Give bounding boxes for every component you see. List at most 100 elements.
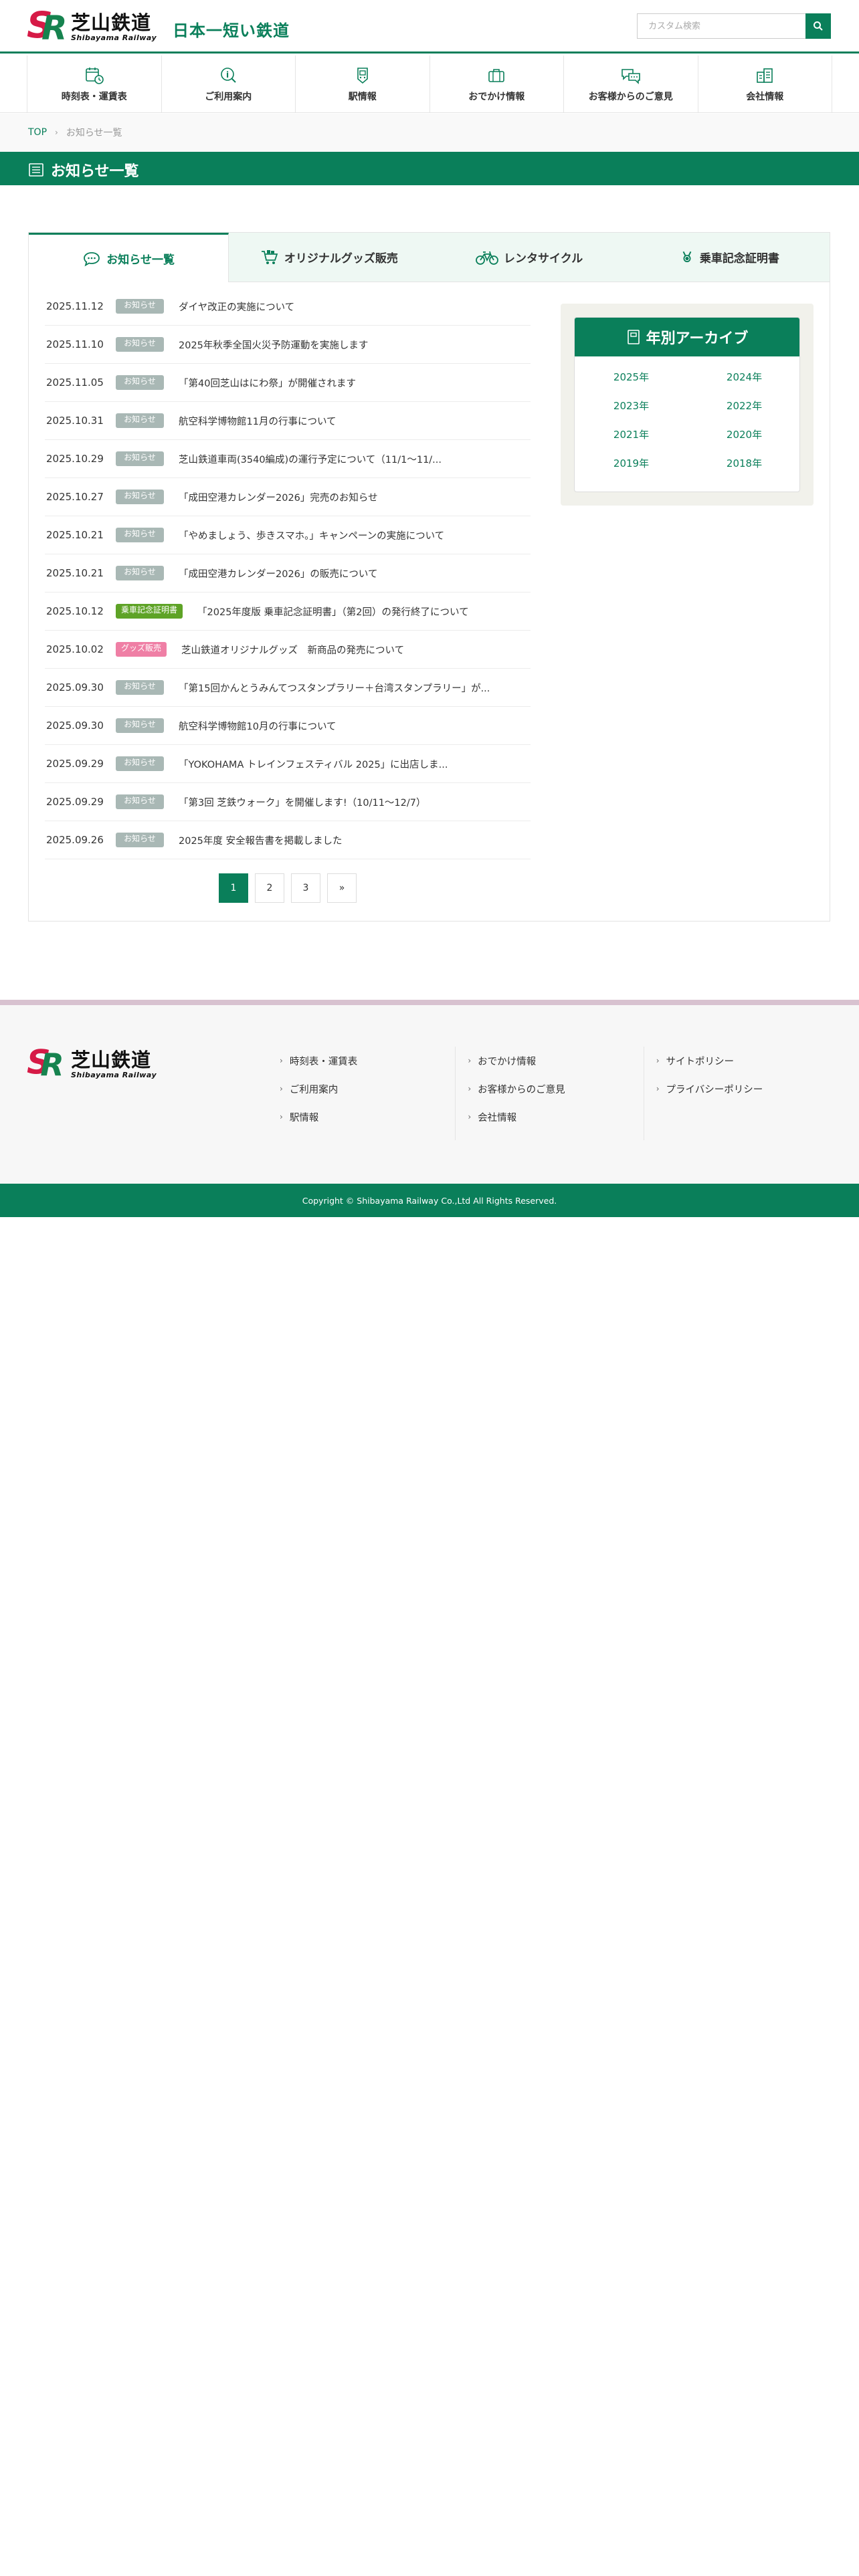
tab-label: 乗車記念証明書 (699, 252, 779, 265)
nav-item-station[interactable]: 駅情報 (295, 56, 430, 113)
page-title: お知らせ一覧 (51, 163, 139, 180)
footer-link-column: › おでかけ情報 › お客様からのご意見 › 会社情報 (456, 1047, 644, 1140)
company-icon (757, 68, 773, 83)
breadcrumb-home-link[interactable]: TOP (28, 127, 47, 138)
archive-sidebar: 年別アーカイブ 2025年 2024年 2023年 2022年 2021年 2020年 20… (561, 304, 814, 506)
nav-item-company[interactable]: 会社情報 (697, 56, 832, 113)
chevron-right-icon: › (468, 1112, 472, 1121)
news-row[interactable]: 2025.10.21 お知らせ 「やめましょう、歩きスマホ。」キャンペーンの実施につ… (45, 516, 531, 554)
chevron-right-icon: › (468, 1084, 472, 1093)
bicycle-icon (476, 251, 498, 265)
footer-link[interactable]: › 駅情報 (280, 1103, 455, 1131)
archive-year-link[interactable]: 2025年 (575, 370, 688, 384)
nav-item-feedback[interactable]: お客様からのご意見 (563, 56, 698, 113)
footer-link[interactable]: › サイトポリシー (656, 1047, 832, 1075)
news-title-link[interactable]: 「成田空港カレンダー2026」完売のお知らせ (179, 490, 378, 504)
breadcrumb: TOP › お知らせ一覧 (0, 114, 859, 152)
nav-label: おでかけ情報 (468, 92, 525, 102)
logo-mark: S R (27, 5, 68, 48)
news-row[interactable]: 2025.11.05 お知らせ 「第40回芝山はにわ祭」が開催されます (45, 364, 531, 402)
tab-news-list[interactable]: お知らせ一覧 (29, 233, 229, 282)
news-category-badge: お知らせ (116, 413, 164, 428)
news-row[interactable]: 2025.10.27 お知らせ 「成田空港カレンダー2026」完売のお知らせ (45, 478, 531, 516)
news-title-link[interactable]: 航空科学博物館11月の行事について (179, 414, 337, 428)
news-category-badge: お知らせ (116, 794, 164, 809)
logo-name-en: Shibayama Railway (71, 33, 157, 42)
news-category-badge: 乗車記念証明書 (116, 604, 183, 619)
footer-logo[interactable]: S R 芝山鉄道 Shibayama Railway (27, 1044, 157, 1083)
news-title-link[interactable]: 2025年度 安全報告書を掲載しました (179, 833, 343, 847)
pager-page-button[interactable]: 2 (255, 873, 284, 903)
footer-logo-text: 芝山鉄道 Shibayama Railway (71, 1049, 157, 1079)
news-date: 2025.11.05 (46, 377, 104, 389)
news-category-badge: お知らせ (116, 337, 164, 352)
footer-link[interactable]: › プライバシーポリシー (656, 1075, 832, 1103)
site-footer: S R 芝山鉄道 Shibayama Railway › 時刻表・運賃表 › ご利用案… (0, 1005, 859, 1184)
news-title-link[interactable]: 「やめましょう、歩きスマホ。」キャンペーンの実施について (179, 528, 444, 542)
news-title-link[interactable]: 「第15回かんとうみんてつスタンプラリー＋台湾スタンプラリー」が... (179, 681, 490, 695)
footer-link[interactable]: › 会社情報 (468, 1103, 643, 1131)
news-title-link[interactable]: 航空科学博物館10月の行事について (179, 719, 337, 733)
news-date: 2025.10.21 (46, 567, 104, 579)
footer-link[interactable]: › お客様からのご意見 (468, 1075, 643, 1103)
news-date: 2025.11.12 (46, 300, 104, 312)
tab-original-goods[interactable]: オリジナルグッズ販売 (229, 233, 430, 282)
footer-link-columns: › 時刻表・運賃表 › ご利用案内 › 駅情報 › おでかけ情報 › お客様からのご意見 › 会社情報… (268, 1047, 832, 1140)
nav-label: 時刻表・運賃表 (61, 92, 127, 102)
pager-page-button[interactable]: 3 (291, 873, 320, 903)
news-title-link[interactable]: 「第3回 芝鉄ウォーク」を開催します!（10/11〜12/7） (179, 795, 426, 809)
pager-next-button[interactable]: » (327, 873, 357, 903)
archive-year-link[interactable]: 2019年 (575, 456, 688, 470)
news-title-link[interactable]: 2025年秋季全国火災予防運動を実施します (179, 338, 368, 352)
news-row[interactable]: 2025.09.26 お知らせ 2025年度 安全報告書を掲載しました (45, 821, 531, 859)
site-logo[interactable]: S R 芝山鉄道 Shibayama Railway (27, 5, 157, 48)
nav-item-guide[interactable]: i ご利用案内 (161, 56, 296, 113)
news-row[interactable]: 2025.10.02 グッズ販売 芝山鉄道オリジナルグッズ 新商品の発売について (45, 631, 531, 669)
news-title-link[interactable]: 芝山鉄道オリジナルグッズ 新商品の発売について (181, 643, 404, 657)
copyright-text: Copyright © Shibayama Railway Co.,Ltd Al… (302, 1195, 557, 1206)
tab-boarding-certificate[interactable]: 乗車記念証明書 (629, 233, 830, 282)
nav-item-outing[interactable]: おでかけ情報 (429, 56, 564, 113)
news-row[interactable]: 2025.11.12 お知らせ ダイヤ改正の実施について (45, 288, 531, 326)
logo-letter-r: R (41, 9, 68, 47)
archive-year-link[interactable]: 2023年 (575, 399, 688, 413)
footer-link[interactable]: › ご利用案内 (280, 1075, 455, 1103)
site-tagline: 日本一短い鉄道 (173, 21, 290, 40)
pager-page-button[interactable]: 1 (219, 873, 248, 903)
archive-year-link[interactable]: 2018年 (688, 456, 799, 470)
nav-item-timetable[interactable]: 時刻表・運賃表 (27, 56, 161, 113)
news-row[interactable]: 2025.10.12 乗車記念証明書 「2025年度版 乗車記念証明書」（第2回）の… (45, 593, 531, 631)
archive-year-link[interactable]: 2021年 (575, 427, 688, 441)
news-row[interactable]: 2025.10.29 お知らせ 芝山鉄道車両(3540編成)の運行予定について（11… (45, 440, 531, 478)
news-title-link[interactable]: 芝山鉄道車両(3540編成)の運行予定について（11/1〜11/... (179, 452, 442, 466)
news-row[interactable]: 2025.10.31 お知らせ 航空科学博物館11月の行事について (45, 402, 531, 440)
news-title-link[interactable]: 「YOKOHAMA トレインフェスティバル 2025」に出店しま... (179, 757, 448, 771)
footer-link[interactable]: › おでかけ情報 (468, 1047, 643, 1075)
archive-year-link[interactable]: 2020年 (688, 427, 799, 441)
news-row[interactable]: 2025.09.29 お知らせ 「第3回 芝鉄ウォーク」を開催します!（10/11〜… (45, 783, 531, 821)
news-row[interactable]: 2025.11.10 お知らせ 2025年秋季全国火災予防運動を実施します (45, 326, 531, 364)
archive-year-link[interactable]: 2022年 (688, 399, 799, 413)
feedback-icon (621, 69, 640, 84)
news-row[interactable]: 2025.09.29 お知らせ 「YOKOHAMA トレインフェスティバル 2025… (45, 745, 531, 783)
news-title-link[interactable]: ダイヤ改正の実施について (179, 300, 294, 314)
medal-icon (682, 251, 692, 262)
news-row[interactable]: 2025.09.30 お知らせ 「第15回かんとうみんてつスタンプラリー＋台湾スタン… (45, 669, 531, 707)
search-input[interactable] (637, 13, 805, 39)
speech-bubble-icon (84, 251, 100, 266)
archive-year-link[interactable]: 2024年 (688, 370, 799, 384)
news-date: 2025.09.30 (46, 681, 104, 693)
news-title-link[interactable]: 「2025年度版 乗車記念証明書」（第2回）の発行終了について (197, 605, 469, 619)
news-category-badge: お知らせ (116, 528, 164, 542)
search-button[interactable] (805, 13, 831, 39)
news-row[interactable]: 2025.10.21 お知らせ 「成田空港カレンダー2026」の販売について (45, 554, 531, 593)
news-title-link[interactable]: 「成田空港カレンダー2026」の販売について (179, 566, 377, 580)
news-category-badge: お知らせ (116, 451, 164, 466)
list-icon (29, 163, 43, 177)
tab-rental-cycle[interactable]: レンタサイクル (429, 233, 630, 282)
news-title-link[interactable]: 「第40回芝山はにわ祭」が開催されます (179, 376, 356, 390)
footer-link[interactable]: › 時刻表・運賃表 (280, 1047, 455, 1075)
breadcrumb-current: お知らせ一覧 (66, 128, 122, 138)
news-row[interactable]: 2025.09.30 お知らせ 航空科学博物館10月の行事について (45, 707, 531, 745)
copyright-bar: Copyright © Shibayama Railway Co.,Ltd Al… (0, 1184, 859, 1217)
